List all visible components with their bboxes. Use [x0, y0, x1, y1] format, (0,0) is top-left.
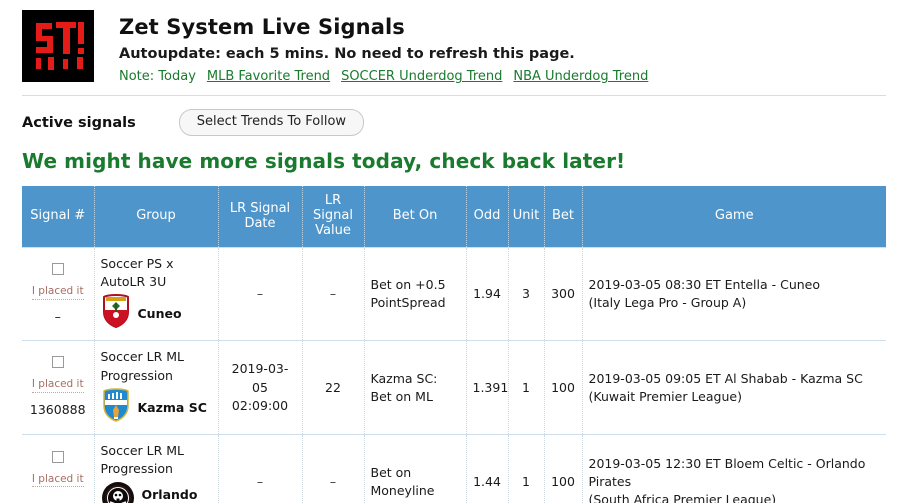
- page-root: Zet System Live Signals Autoupdate: each…: [0, 0, 904, 503]
- active-signals-bar: Active signals Select Trends To Follow: [0, 96, 904, 137]
- col-header-lr-signal-value[interactable]: LR Signal Value: [302, 186, 365, 248]
- col-header-lr-signal-date[interactable]: LR Signal Date: [218, 186, 303, 248]
- placed-it-checkbox[interactable]: [51, 450, 64, 463]
- cell-group: Soccer PS x AutoLR 3U Cuneo: [94, 247, 219, 342]
- cell-bet: 100: [544, 340, 583, 435]
- table-header-row: Signal # Group LR Signal Date LR Signal …: [22, 186, 886, 248]
- placed-it-label[interactable]: I placed it: [31, 378, 84, 393]
- signal-number-value: –: [54, 308, 61, 324]
- placed-it-checkbox[interactable]: [51, 262, 64, 275]
- col-header-signal-number[interactable]: Signal #: [22, 186, 95, 248]
- cell-group: Soccer LR ML Progression: [94, 434, 219, 503]
- cell-odd: 1.391: [466, 340, 509, 435]
- header-text-block: Zet System Live Signals Autoupdate: each…: [119, 10, 648, 86]
- cell-lr-signal-value: –: [302, 434, 365, 503]
- link-mlb-favorite-trend[interactable]: MLB Favorite Trend: [207, 69, 330, 84]
- select-trends-button[interactable]: Select Trends To Follow: [178, 108, 365, 137]
- game-line-league: (South Africa Premier League): [588, 492, 777, 503]
- table-row: I placed it 1360888 Soccer LR ML Progres…: [22, 340, 886, 435]
- active-signals-label: Active signals: [22, 114, 136, 131]
- placed-it-label[interactable]: I placed it: [31, 473, 84, 488]
- team-name: Orlando Pirates: [141, 486, 198, 503]
- game-line-primary: 2019-03-05 09:05 ET Al Shabab - Kazma SC: [588, 370, 863, 386]
- link-soccer-underdog-trend[interactable]: SOCCER Underdog Trend: [341, 69, 502, 84]
- game-line-primary: 2019-03-05 12:30 ET Bloem Celtic - Orlan…: [588, 455, 866, 489]
- col-header-unit[interactable]: Unit: [508, 186, 545, 248]
- game-line-primary: 2019-03-05 08:30 ET Entella - Cuneo: [588, 277, 821, 293]
- placed-it-label[interactable]: I placed it: [31, 285, 84, 300]
- site-title: Zet System Live Signals: [119, 15, 405, 39]
- col-header-bet[interactable]: Bet: [544, 186, 583, 248]
- placed-it-checkbox[interactable]: [51, 356, 64, 369]
- signal-number-value: 1360888: [29, 401, 86, 417]
- cell-odd: 1.94: [466, 247, 509, 342]
- cell-bet-on: Kazma SC: Bet on ML: [364, 340, 467, 435]
- cuneo-crest-icon: [101, 294, 131, 333]
- cell-game: 2019-03-05 09:05 ET Al Shabab - Kazma SC…: [582, 340, 886, 435]
- signals-table: Signal # Group LR Signal Date LR Signal …: [22, 186, 886, 503]
- trend-note-row: Note: Today MLB Favorite Trend SOCCER Unde…: [119, 69, 648, 86]
- game-line-league: (Kuwait Premier League): [588, 388, 742, 404]
- cell-bet: 300: [544, 247, 583, 342]
- autoupdate-notice: Autoupdate: each 5 mins. No need to refr…: [119, 46, 575, 63]
- signals-headline: We might have more signals today, check …: [22, 149, 626, 174]
- cell-bet: 100: [544, 434, 583, 503]
- table-body: I placed it – Soccer PS x AutoLR 3U Cune…: [22, 247, 886, 503]
- col-header-group[interactable]: Group: [94, 186, 219, 248]
- cell-lr-signal-date: –: [218, 247, 303, 342]
- cell-game: 2019-03-05 12:30 ET Bloem Celtic - Orlan…: [582, 434, 886, 503]
- col-header-game[interactable]: Game: [582, 186, 886, 248]
- cell-lr-signal-date: 2019-03-05 02:09:00: [218, 340, 303, 435]
- group-name: Soccer LR ML Progression: [100, 442, 185, 476]
- cell-signal-number: I placed it –: [22, 434, 95, 503]
- team-name: Kazma SC: [137, 399, 207, 415]
- team-line: Kazma SC: [101, 387, 212, 427]
- cell-lr-signal-date: –: [218, 434, 303, 503]
- page-header: Zet System Live Signals Autoupdate: each…: [0, 0, 904, 86]
- cell-bet-on: Bet on +0.5 PointSpread: [364, 247, 467, 342]
- site-logo: [22, 10, 94, 82]
- col-header-bet-on[interactable]: Bet On: [364, 186, 467, 248]
- cell-group: Soccer LR ML Progression: [94, 340, 219, 435]
- group-name: Soccer LR ML Progression: [100, 349, 185, 383]
- orlando-pirates-crest-icon: [101, 481, 135, 503]
- cell-lr-signal-value: 22: [302, 340, 365, 435]
- cell-unit: 3: [508, 247, 545, 342]
- game-line-league: (Italy Lega Pro - Group A): [588, 295, 747, 311]
- cell-unit: 1: [508, 434, 545, 503]
- table-row: I placed it – Soccer LR ML Progression: [22, 434, 886, 503]
- group-name: Soccer PS x AutoLR 3U: [100, 256, 174, 290]
- team-name: Cuneo: [137, 306, 182, 322]
- team-line: Orlando Pirates: [101, 481, 212, 503]
- team-line: Cuneo: [101, 294, 212, 333]
- signals-table-wrapper: Signal # Group LR Signal Date LR Signal …: [0, 173, 904, 503]
- cell-game: 2019-03-05 08:30 ET Entella - Cuneo (Ita…: [582, 247, 886, 342]
- kazma-crest-icon: [101, 387, 131, 427]
- cell-signal-number: I placed it 1360888: [22, 340, 95, 435]
- table-row: I placed it – Soccer PS x AutoLR 3U Cune…: [22, 247, 886, 342]
- note-label: Note: Today: [119, 69, 196, 85]
- cell-bet-on: Bet on Moneyline: [364, 434, 467, 503]
- link-nba-underdog-trend[interactable]: NBA Underdog Trend: [513, 69, 648, 84]
- table-head: Signal # Group LR Signal Date LR Signal …: [22, 186, 886, 248]
- col-header-odd[interactable]: Odd: [466, 186, 509, 248]
- signal-number-value: –: [28, 495, 88, 503]
- cell-signal-number: I placed it –: [22, 247, 95, 342]
- cell-lr-signal-value: –: [302, 247, 365, 342]
- cell-odd: 1.44: [466, 434, 509, 503]
- cell-unit: 1: [508, 340, 545, 435]
